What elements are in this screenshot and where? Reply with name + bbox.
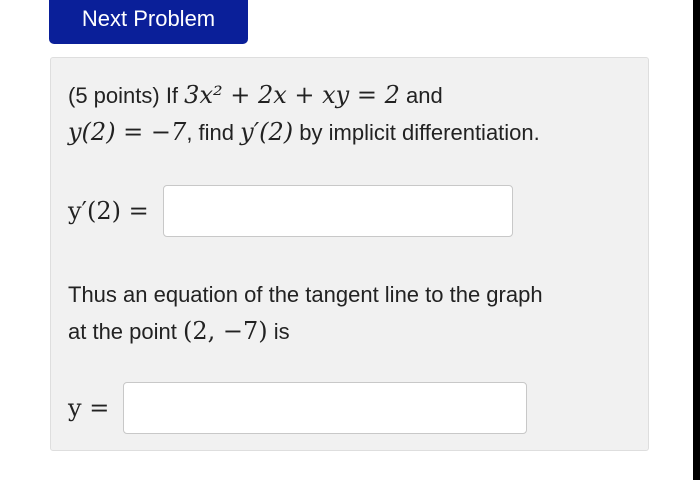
method-text: by implicit differentiation. [299, 120, 540, 145]
initial-condition: y(2) = −7 [68, 118, 187, 146]
given-equation: 3x² + 2x + xy = 2 [184, 81, 400, 109]
tangent-answer-row: y = [68, 382, 528, 434]
next-problem-button[interactable]: Next Problem [49, 0, 248, 44]
derivative-answer-label: y′(2) = [68, 197, 149, 225]
window-edge [693, 0, 700, 480]
derivative-answer-input[interactable] [162, 185, 513, 237]
tangent-line-1: Thus an equation of the tangent line to … [68, 282, 543, 307]
tangent-answer-input[interactable] [123, 382, 528, 434]
tangent-statement: Thus an equation of the tangent line to … [68, 277, 543, 350]
tangent-prefix: at the point [68, 319, 177, 344]
and-word: and [406, 83, 443, 108]
find-target: y′(2) [240, 118, 294, 146]
problem-page: Next Problem (5 points) If 3x² + 2x + xy… [0, 0, 700, 480]
tangent-suffix: is [273, 319, 290, 344]
points-prefix: (5 points) If [68, 83, 179, 108]
tangent-line-2: at the point (2, −7) is [68, 313, 543, 350]
problem-card: (5 points) If 3x² + 2x + xy = 2 and y(2)… [50, 57, 649, 451]
problem-line-2: y(2) = −7, find y′(2) by implicit differ… [68, 114, 540, 151]
tangent-point: (2, −7) [183, 317, 268, 345]
problem-statement: (5 points) If 3x² + 2x + xy = 2 and y(2)… [68, 77, 540, 151]
problem-line-1: (5 points) If 3x² + 2x + xy = 2 and [68, 77, 540, 114]
find-text: , find [186, 120, 235, 145]
derivative-answer-row: y′(2) = [68, 185, 513, 237]
tangent-answer-label: y = [68, 394, 110, 422]
